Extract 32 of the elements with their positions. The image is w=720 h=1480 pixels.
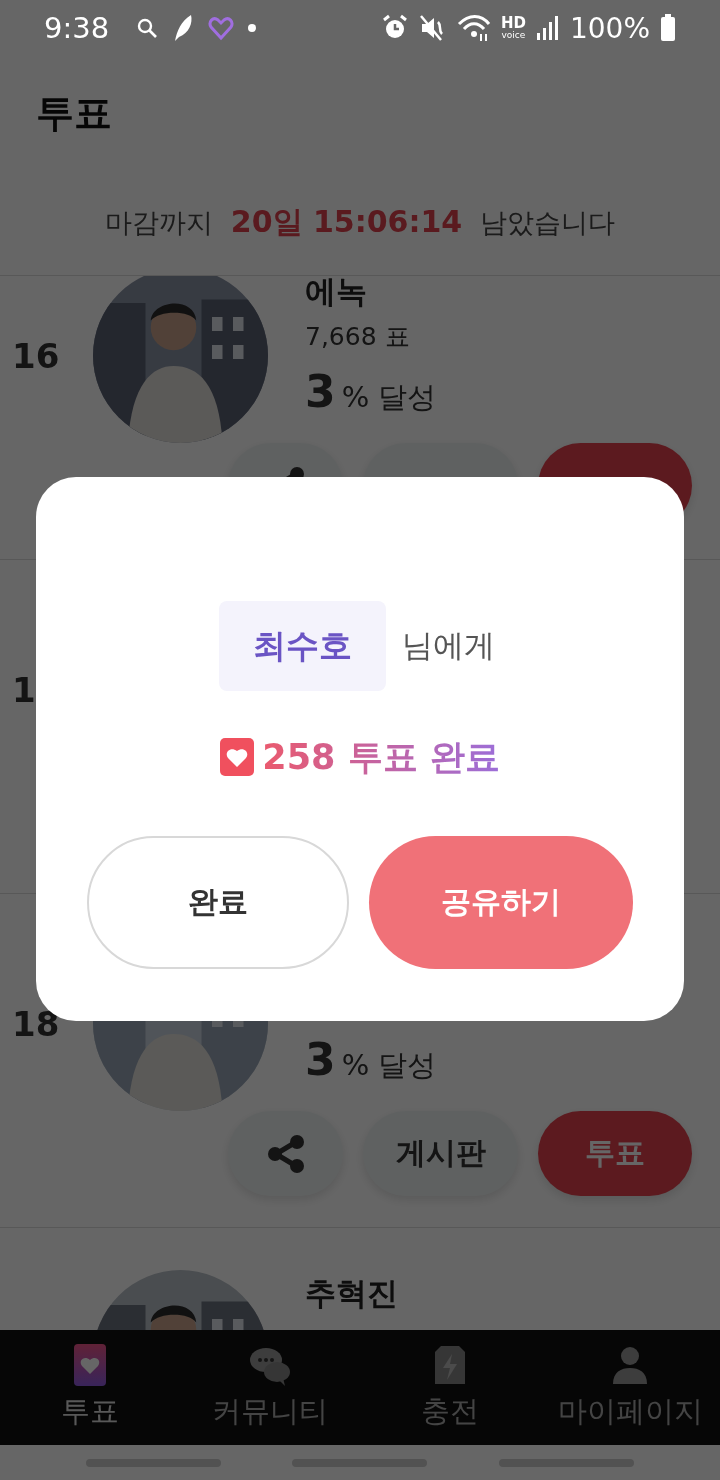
vote-button[interactable]: 투표 <box>538 1111 692 1196</box>
nav-tab[interactable]: 마이페이지 <box>540 1330 720 1445</box>
vote-count: 7,668 표 <box>305 320 410 353</box>
recipient-name: 최수호 <box>219 601 386 691</box>
rank-number: 18 <box>12 1003 60 1044</box>
percent-value: 3 <box>305 366 336 417</box>
board-button[interactable]: 게시판 <box>363 1111 518 1196</box>
candidate-name: 추혁진 <box>305 1274 398 1313</box>
nav-tab[interactable]: 투표 <box>0 1330 180 1445</box>
percent-label: % 달성 <box>341 1047 437 1084</box>
network-label: HD voice <box>500 16 526 40</box>
heart-icon <box>207 14 236 42</box>
candidate-name: 에녹 <box>305 276 367 311</box>
countdown-time: 20일 15:06:14 <box>230 203 463 241</box>
battery-icon <box>660 14 676 42</box>
battery-level: 100% <box>569 11 650 45</box>
nav-tab[interactable]: 커뮤니티 <box>180 1330 360 1445</box>
nav-tab[interactable]: 충전 <box>360 1330 540 1445</box>
wifi-icon <box>456 14 491 42</box>
percent-label: % 달성 <box>341 379 437 416</box>
percent-value: 3 <box>305 1034 336 1085</box>
done-button[interactable]: 완료 <box>87 836 349 969</box>
clock-time: 9:38 <box>44 11 110 45</box>
share-button[interactable]: 공유하기 <box>369 836 633 969</box>
deadline-label: 남았습니다 <box>480 205 616 240</box>
rank-number: 1 <box>12 669 36 710</box>
recipient-label: 님에게 <box>402 626 495 665</box>
signal-icon <box>535 15 560 41</box>
page-title: 투표 <box>36 89 112 137</box>
rank-number: 16 <box>12 335 60 376</box>
deadline-label: 마감까지 <box>104 205 213 240</box>
notification-dot-icon <box>247 23 258 33</box>
